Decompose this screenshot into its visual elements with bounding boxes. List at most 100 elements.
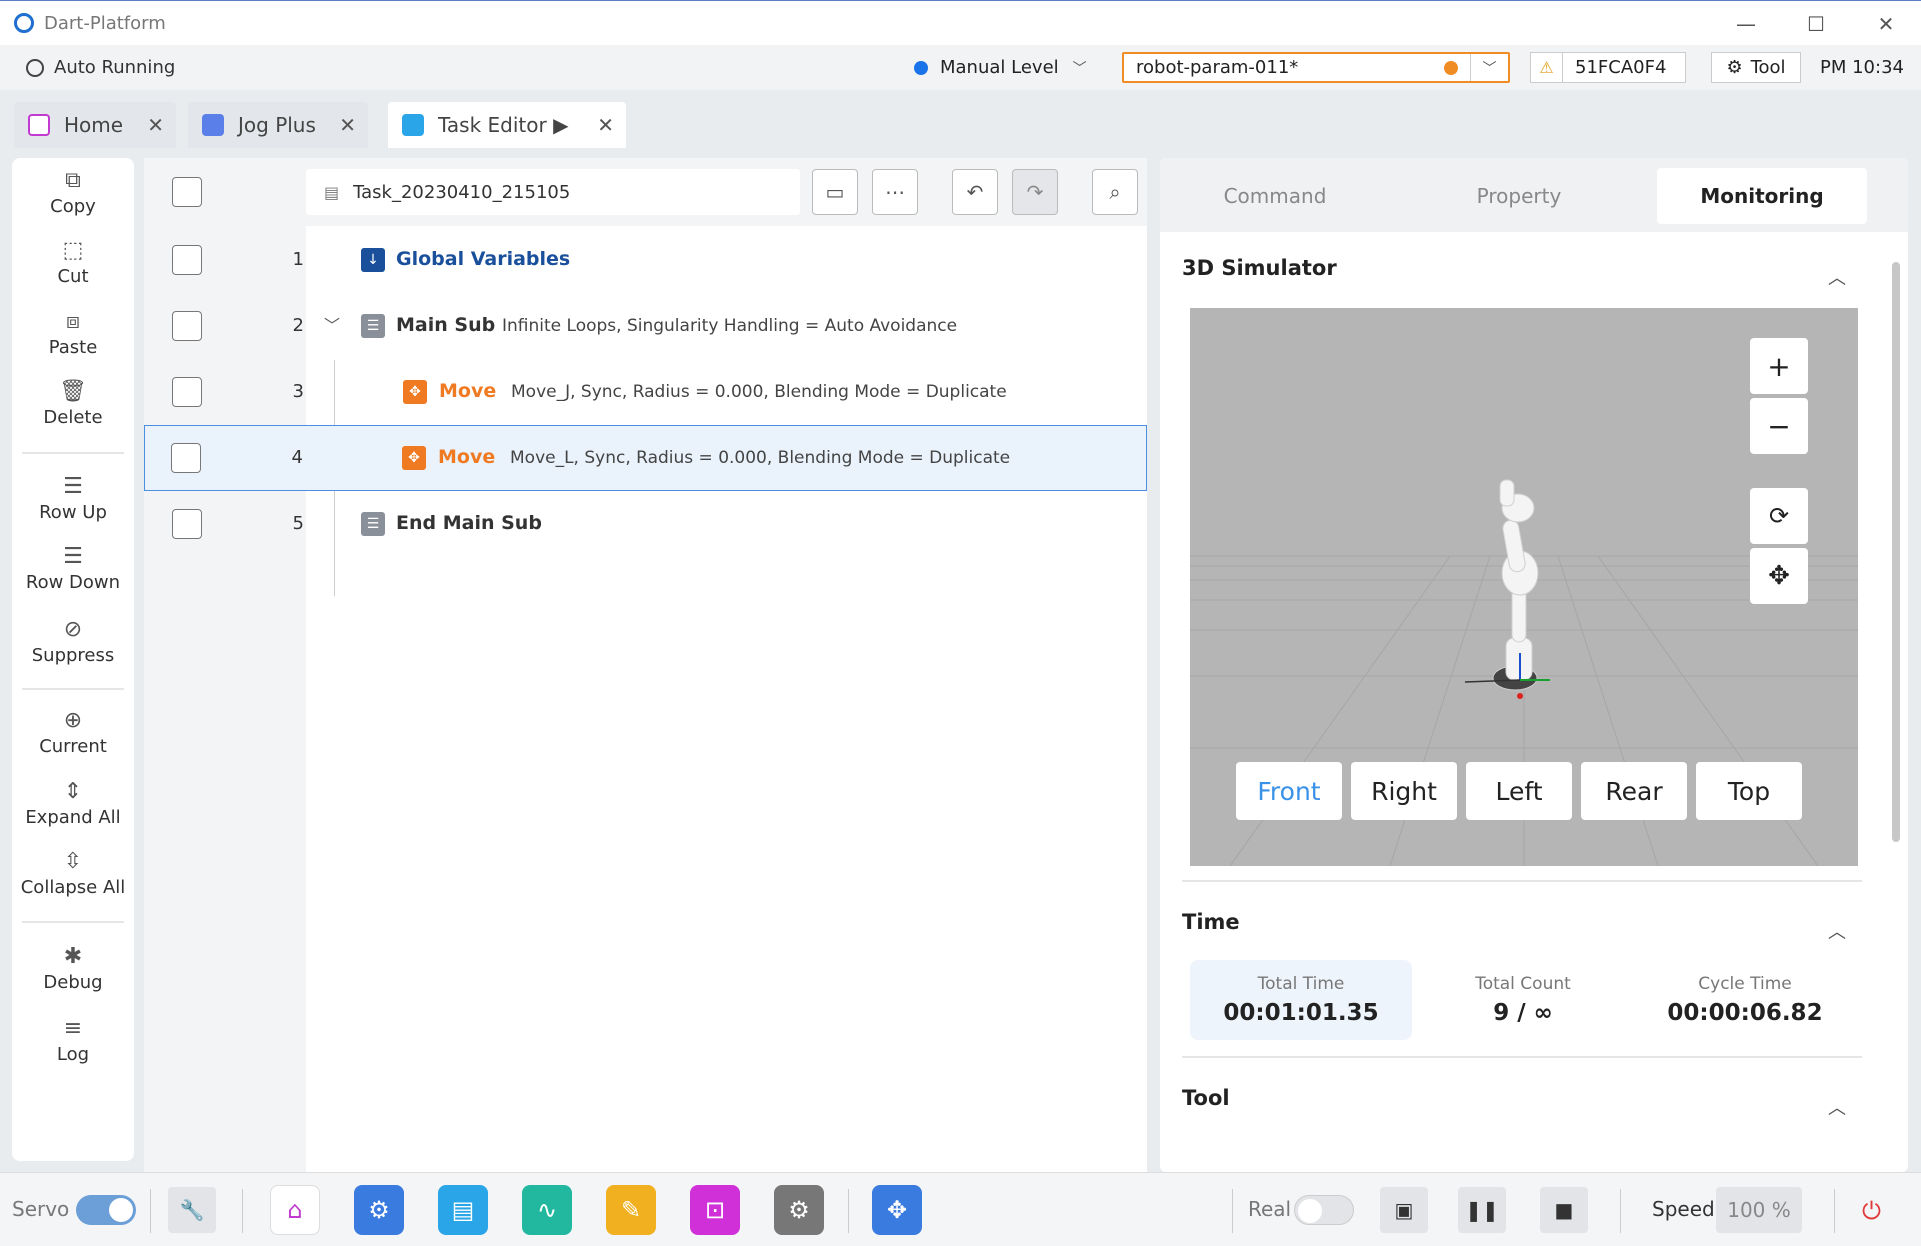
close-icon[interactable]: ✕ [339, 113, 356, 137]
command-row-selected[interactable]: 4 ✥ Move Move_L, Sync, Radius = 0.000, B… [144, 425, 1147, 491]
store-app-icon[interactable]: ⊡ [690, 1185, 740, 1235]
scrollbar-thumb[interactable] [1892, 262, 1900, 842]
minimize-button[interactable]: — [1711, 1, 1781, 46]
close-icon[interactable]: ✕ [597, 113, 614, 137]
current-button[interactable]: ⊕ Current [12, 706, 134, 757]
row-checkbox[interactable] [171, 443, 201, 473]
expand-all-button[interactable]: ⇕ Expand All [12, 777, 134, 828]
tool-button[interactable]: ⚙ Tool [1711, 52, 1801, 83]
manual-level-dropdown[interactable]: Manual Level ﹀ [914, 45, 1087, 90]
notes-app-icon[interactable]: ✎ [606, 1185, 656, 1235]
row-up-button[interactable]: ☰ Row Up [12, 472, 134, 523]
command-row[interactable]: 1 ↓ Global Variables [144, 227, 1147, 293]
divider [1182, 1056, 1862, 1058]
undo-button[interactable]: ↶ [952, 169, 998, 215]
total-count-stat: Total Count 9 / ∞ [1412, 960, 1634, 1040]
row-down-icon: ☰ [63, 544, 83, 569]
command-name: End Main Sub [396, 512, 542, 534]
settings-app-icon[interactable]: ⚙ [774, 1185, 824, 1235]
command-row[interactable]: 2 ﹀ ☰ Main Sub Infinite Loops, Singulari… [144, 293, 1147, 359]
row-checkbox[interactable] [172, 377, 202, 407]
tab-property[interactable]: Property [1414, 168, 1624, 224]
task-editor-app-icon[interactable]: ▤ [438, 1185, 488, 1235]
warning-robot-icon: ⚠ [1531, 53, 1563, 82]
view-top-button[interactable]: Top [1696, 762, 1802, 820]
close-icon[interactable]: ✕ [147, 113, 164, 137]
copy-button[interactable]: ⧉ Copy [12, 166, 134, 217]
title-bar: Dart-Platform — ☐ ✕ [0, 0, 1921, 45]
log-button[interactable]: ≡ Log [12, 1014, 134, 1065]
redo-button[interactable]: ↷ [1012, 169, 1058, 215]
robot-param-value: robot-param-011* [1136, 57, 1299, 78]
pan-view-button[interactable]: ✥ [1750, 548, 1808, 604]
serial-value: 51FCA0F4 [1575, 57, 1667, 78]
tab-jog-plus[interactable]: Jog Plus ✕ [188, 102, 368, 148]
search-button[interactable]: ⌕ [1092, 169, 1138, 215]
paste-button[interactable]: ⧈ Paste [12, 307, 134, 358]
view-front-button[interactable]: Front [1236, 762, 1342, 820]
chevron-down-icon[interactable]: ﹀ [1470, 54, 1508, 81]
select-all-checkbox[interactable] [172, 177, 202, 207]
servo-toggle[interactable] [76, 1195, 136, 1225]
settings-tool-button[interactable]: 🔧 [168, 1187, 216, 1233]
tab-home[interactable]: Home ✕ [14, 102, 176, 148]
cut-button[interactable]: ⬚ Cut [12, 236, 134, 287]
level-indicator-dot [914, 60, 928, 75]
panel-scrollbar[interactable] [1890, 240, 1902, 1160]
command-row[interactable]: 5 ☰ End Main Sub [144, 491, 1147, 557]
serial-badge[interactable]: ⚠ 51FCA0F4 [1530, 52, 1686, 83]
move-icon: ✥ [402, 446, 426, 470]
delete-button[interactable]: 🗑 Delete [12, 377, 134, 428]
maximize-button[interactable]: ☐ [1781, 1, 1851, 46]
auto-running-status[interactable]: Auto Running [26, 57, 175, 78]
home-app-icon[interactable]: ⌂ [270, 1185, 320, 1235]
row-checkbox[interactable] [172, 509, 202, 539]
task-filename-text: Task_20230410_215105 [353, 181, 571, 203]
jog-app-icon[interactable]: ✥ [872, 1185, 922, 1235]
stop-button[interactable]: ■ [1540, 1187, 1588, 1233]
command-description: Move_L, Sync, Radius = 0.000, Blending M… [510, 448, 1011, 468]
divider [22, 452, 124, 454]
chevron-up-icon[interactable]: ︿ [1828, 1094, 1846, 1120]
chevron-down-icon[interactable]: ﹀ [324, 312, 340, 336]
view-left-button[interactable]: Left [1466, 762, 1572, 820]
row-checkbox[interactable] [172, 245, 202, 275]
debug-button[interactable]: ✱ Debug [12, 942, 134, 993]
wrench-icon: 🔧 [179, 1198, 205, 1222]
3d-simulator-viewport[interactable]: + − ⟳ ✥ Front Right Left Rear Top [1190, 308, 1858, 866]
more-button[interactable]: ⋯ [872, 169, 918, 215]
pause-button[interactable]: ❚❚ [1458, 1187, 1506, 1233]
zoom-out-button[interactable]: − [1750, 398, 1808, 454]
divider [22, 688, 124, 690]
row-down-label: Row Down [25, 572, 121, 593]
save-button[interactable]: ▭ [812, 169, 858, 215]
3d-view-button[interactable]: ▣ [1380, 1187, 1428, 1233]
divider [1620, 1189, 1621, 1233]
real-toggle[interactable] [1294, 1195, 1354, 1225]
suppress-button[interactable]: ⊘ Suppress [12, 615, 134, 666]
chevron-up-icon[interactable]: ︿ [1828, 264, 1846, 290]
chevron-up-icon[interactable]: ︿ [1828, 918, 1846, 944]
close-window-button[interactable]: ✕ [1851, 1, 1921, 46]
zoom-in-button[interactable]: + [1750, 338, 1808, 394]
view-right-button[interactable]: Right [1351, 762, 1457, 820]
robot-app-icon[interactable]: ⚙ [354, 1185, 404, 1235]
stop-icon: ■ [1554, 1198, 1574, 1222]
row-down-button[interactable]: ☰ Row Down [12, 542, 134, 593]
rotate-view-button[interactable]: ⟳ [1750, 488, 1808, 544]
tab-command[interactable]: Command [1170, 168, 1380, 224]
chevron-down-icon: ﹀ [1072, 60, 1087, 77]
monitor-app-icon[interactable]: ∿ [522, 1185, 572, 1235]
task-filename[interactable]: ▤ Task_20230410_215105 [306, 169, 800, 215]
trash-icon: 🗑 [59, 379, 87, 404]
power-icon[interactable]: ⏻ [1862, 1197, 1881, 1225]
row-checkbox[interactable] [172, 311, 202, 341]
collapse-all-button[interactable]: ⇳ Collapse All [12, 847, 134, 898]
tab-task-editor[interactable]: Task Editor ▶ ✕ [388, 102, 626, 148]
tab-monitoring[interactable]: Monitoring [1657, 168, 1867, 224]
robot-param-select[interactable]: robot-param-011* ﹀ [1122, 52, 1510, 83]
command-row[interactable]: 3 ✥ Move Move_J, Sync, Radius = 0.000, B… [144, 359, 1147, 425]
speed-value[interactable]: 100 % [1716, 1187, 1802, 1233]
view-rear-button[interactable]: Rear [1581, 762, 1687, 820]
crosshair-icon: ⊕ [63, 708, 83, 733]
